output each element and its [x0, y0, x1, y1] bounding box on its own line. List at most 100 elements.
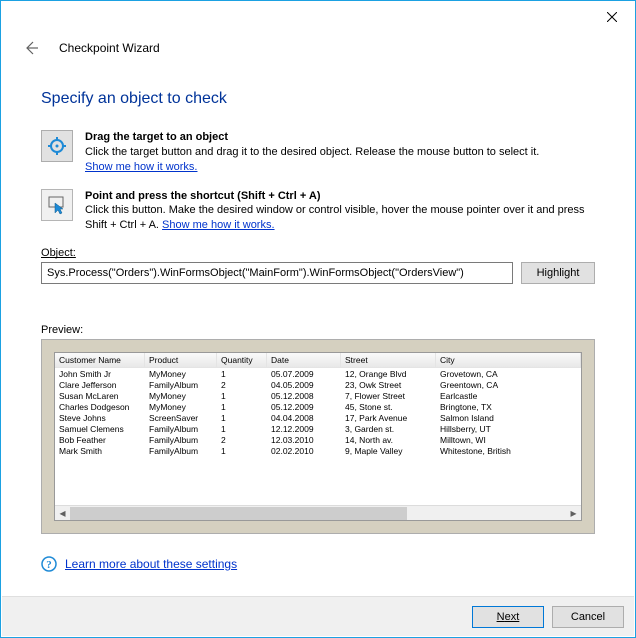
table-cell: 1 [217, 390, 267, 401]
page-title: Specify an object to check [41, 90, 595, 108]
table-row[interactable]: Mark SmithFamilyAlbum102.02.20109, Maple… [55, 445, 581, 456]
grid-header-row: Customer Name Product Quantity Date Stre… [55, 353, 581, 368]
table-cell: 12, Orange Blvd [341, 368, 436, 379]
table-cell: 45, Stone st. [341, 401, 436, 412]
grid-body: John Smith JrMyMoney105.07.200912, Orang… [55, 368, 581, 505]
col-customer[interactable]: Customer Name [55, 353, 145, 367]
table-cell: FamilyAlbum [145, 434, 217, 445]
shortcut-heading: Point and press the shortcut (Shift + Ct… [85, 190, 321, 202]
table-cell: Samuel Clemens [55, 423, 145, 434]
table-cell: Bringtone, TX [436, 401, 581, 412]
col-product[interactable]: Product [145, 353, 217, 367]
col-date[interactable]: Date [267, 353, 341, 367]
table-cell: 04.04.2008 [267, 412, 341, 423]
horizontal-scrollbar[interactable]: ◂ ▸ [55, 505, 581, 520]
table-cell: Greentown, CA [436, 379, 581, 390]
table-cell: 12.03.2010 [267, 434, 341, 445]
table-row[interactable]: Susan McLarenMyMoney105.12.20087, Flower… [55, 390, 581, 401]
point-icon [47, 195, 67, 215]
object-label: Object: [41, 247, 595, 259]
content-area: Specify an object to check Drag the targ… [1, 70, 635, 580]
table-cell: Mark Smith [55, 445, 145, 456]
preview-panel: Customer Name Product Quantity Date Stre… [41, 339, 595, 534]
table-cell: John Smith Jr [55, 368, 145, 379]
table-cell: 2 [217, 379, 267, 390]
cancel-button[interactable]: Cancel [552, 606, 624, 628]
table-cell: FamilyAlbum [145, 445, 217, 456]
table-row[interactable]: Bob FeatherFamilyAlbum212.03.201014, Nor… [55, 434, 581, 445]
shortcut-show-me-link[interactable]: Show me how it works. [162, 219, 274, 231]
shortcut-desc: Click this button. Make the desired wind… [85, 204, 585, 231]
table-cell: ScreenSaver [145, 412, 217, 423]
table-cell: Steve Johns [55, 412, 145, 423]
col-street[interactable]: Street [341, 353, 436, 367]
table-cell: Susan McLaren [55, 390, 145, 401]
table-cell: 05.07.2009 [267, 368, 341, 379]
table-cell: 1 [217, 445, 267, 456]
close-icon [607, 12, 617, 22]
table-row[interactable]: Clare JeffersonFamilyAlbum204.05.200923,… [55, 379, 581, 390]
back-button[interactable] [21, 38, 41, 58]
table-cell: Salmon Island [436, 412, 581, 423]
table-cell: 9, Maple Valley [341, 445, 436, 456]
table-cell: Clare Jefferson [55, 379, 145, 390]
close-button[interactable] [589, 3, 635, 31]
highlight-button[interactable]: Highlight [521, 262, 595, 284]
point-shortcut-button[interactable] [41, 189, 73, 221]
wizard-title: Checkpoint Wizard [59, 41, 160, 55]
drag-method: Drag the target to an object Click the t… [41, 130, 595, 175]
table-cell: 12.12.2009 [267, 423, 341, 434]
object-input[interactable] [41, 262, 513, 284]
table-cell: FamilyAlbum [145, 423, 217, 434]
table-cell: Milltown, WI [436, 434, 581, 445]
table-cell: 04.05.2009 [267, 379, 341, 390]
header-row: Checkpoint Wizard [1, 33, 635, 70]
footer-bar: Next Cancel [2, 596, 634, 636]
help-icon: ? [41, 556, 57, 572]
table-cell: Hillsberry, UT [436, 423, 581, 434]
preview-grid: Customer Name Product Quantity Date Stre… [54, 352, 582, 521]
table-cell: Grovetown, CA [436, 368, 581, 379]
table-cell: Whitestone, British [436, 445, 581, 456]
table-row[interactable]: Steve JohnsScreenSaver104.04.200817, Par… [55, 412, 581, 423]
col-city[interactable]: City [436, 353, 581, 367]
col-quantity[interactable]: Quantity [217, 353, 267, 367]
scroll-thumb[interactable] [70, 507, 407, 520]
table-cell: MyMoney [145, 390, 217, 401]
table-cell: Earlcastle [436, 390, 581, 401]
table-cell: 02.02.2010 [267, 445, 341, 456]
table-cell: 1 [217, 423, 267, 434]
drag-show-me-link[interactable]: Show me how it works. [85, 161, 197, 173]
shortcut-method: Point and press the shortcut (Shift + Ct… [41, 189, 595, 234]
table-cell: 05.12.2008 [267, 390, 341, 401]
table-cell: 17, Park Avenue [341, 412, 436, 423]
table-cell: MyMoney [145, 368, 217, 379]
table-cell: 2 [217, 434, 267, 445]
table-row[interactable]: John Smith JrMyMoney105.07.200912, Orang… [55, 368, 581, 379]
table-row[interactable]: Samuel ClemensFamilyAlbum112.12.20093, G… [55, 423, 581, 434]
table-cell: Charles Dodgeson [55, 401, 145, 412]
table-cell: 1 [217, 412, 267, 423]
scroll-track[interactable] [70, 506, 566, 521]
drag-heading: Drag the target to an object [85, 131, 228, 143]
table-cell: 14, North av. [341, 434, 436, 445]
table-cell: 1 [217, 368, 267, 379]
drag-desc: Click the target button and drag it to t… [85, 146, 539, 158]
scroll-left-arrow[interactable]: ◂ [55, 506, 70, 521]
back-arrow-icon [23, 40, 39, 56]
table-cell: 05.12.2009 [267, 401, 341, 412]
table-cell: FamilyAlbum [145, 379, 217, 390]
drag-target-button[interactable] [41, 130, 73, 162]
learn-more-link[interactable]: Learn more about these settings [65, 557, 237, 571]
svg-text:?: ? [46, 559, 52, 571]
next-button[interactable]: Next [472, 606, 544, 628]
table-cell: 3, Garden st. [341, 423, 436, 434]
preview-label: Preview: [41, 324, 595, 336]
table-cell: 23, Owk Street [341, 379, 436, 390]
table-row[interactable]: Charles DodgesonMyMoney105.12.200945, St… [55, 401, 581, 412]
table-cell: 1 [217, 401, 267, 412]
table-cell: Bob Feather [55, 434, 145, 445]
titlebar [1, 1, 635, 33]
scroll-right-arrow[interactable]: ▸ [566, 506, 581, 521]
table-cell: 7, Flower Street [341, 390, 436, 401]
